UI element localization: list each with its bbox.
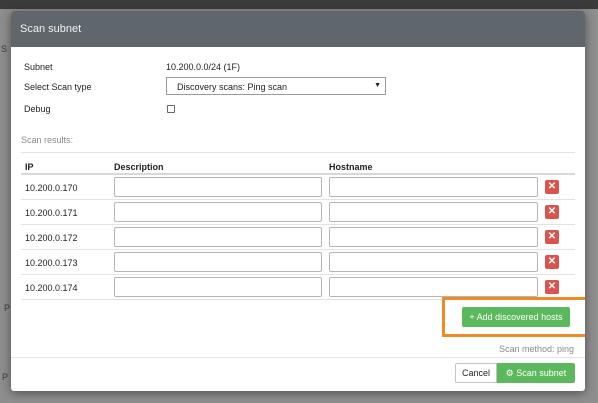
scan-type-selected: Discovery scans: Ping scan [177, 82, 288, 92]
caret-down-icon: ▼ [374, 82, 381, 89]
column-header-description: Description [114, 162, 164, 172]
background-text-fragment: P [2, 372, 9, 382]
hostname-input[interactable] [329, 202, 538, 222]
scan-method-text: Scan method: ping [498, 344, 574, 354]
delete-row-button[interactable]: ✕ [545, 230, 559, 244]
gears-icon: ⚙ [505, 368, 514, 378]
background-text-fragment: P [4, 303, 11, 313]
divider [21, 152, 575, 153]
hostname-input[interactable] [329, 252, 538, 272]
description-input[interactable] [114, 177, 322, 197]
table-row: 10.200.0.172 ✕ [21, 225, 575, 250]
annotation-highlight-box [442, 297, 585, 337]
scan-results-label: Scan results: [21, 135, 74, 145]
subnet-value: 10.200.0.0/24 (1F) [166, 62, 241, 72]
delete-row-button[interactable]: ✕ [545, 255, 559, 269]
delete-row-button[interactable]: ✕ [545, 205, 559, 219]
subnet-label: Subnet [24, 62, 53, 72]
row-ip: 10.200.0.172 [25, 233, 78, 243]
times-icon: ✕ [547, 281, 557, 292]
scan-subnet-label: Scan subnet [516, 368, 567, 378]
description-input[interactable] [114, 277, 322, 297]
description-input[interactable] [114, 227, 322, 247]
hostname-input[interactable] [329, 277, 538, 297]
scan-subnet-modal: Scan subnet Subnet 10.200.0.0/24 (1F) Se… [11, 11, 585, 391]
row-ip: 10.200.0.171 [25, 208, 78, 218]
modal-header: Scan subnet [11, 11, 585, 47]
scan-subnet-button[interactable]: ⚙ Scan subnet [497, 363, 575, 383]
column-header-hostname: Hostname [329, 162, 373, 172]
row-ip: 10.200.0.170 [25, 183, 78, 193]
scan-type-label: Select Scan type [24, 82, 92, 92]
cancel-button[interactable]: Cancel [455, 363, 497, 383]
modal-title: Scan subnet [20, 23, 82, 35]
footer-divider [11, 357, 585, 358]
times-icon: ✕ [547, 231, 557, 242]
table-row: 10.200.0.171 ✕ [21, 200, 575, 225]
hostname-input[interactable] [329, 227, 538, 247]
table-row: 10.200.0.173 ✕ [21, 250, 575, 275]
description-input[interactable] [114, 202, 322, 222]
description-input[interactable] [114, 252, 322, 272]
background-text-fragment: S [1, 44, 8, 54]
delete-row-button[interactable]: ✕ [545, 180, 559, 194]
row-ip: 10.200.0.174 [25, 283, 78, 293]
debug-label: Debug [24, 104, 51, 114]
times-icon: ✕ [547, 256, 557, 267]
column-header-ip: IP [25, 162, 34, 172]
hostname-input[interactable] [329, 177, 538, 197]
row-ip: 10.200.0.173 [25, 258, 78, 268]
debug-checkbox[interactable] [167, 105, 175, 113]
delete-row-button[interactable]: ✕ [545, 280, 559, 294]
times-icon: ✕ [547, 206, 557, 217]
scan-type-select[interactable]: Discovery scans: Ping scan ▼ [166, 77, 386, 95]
table-row: 10.200.0.170 ✕ [21, 175, 575, 200]
background-topbar [0, 0, 598, 9]
times-icon: ✕ [547, 181, 557, 192]
